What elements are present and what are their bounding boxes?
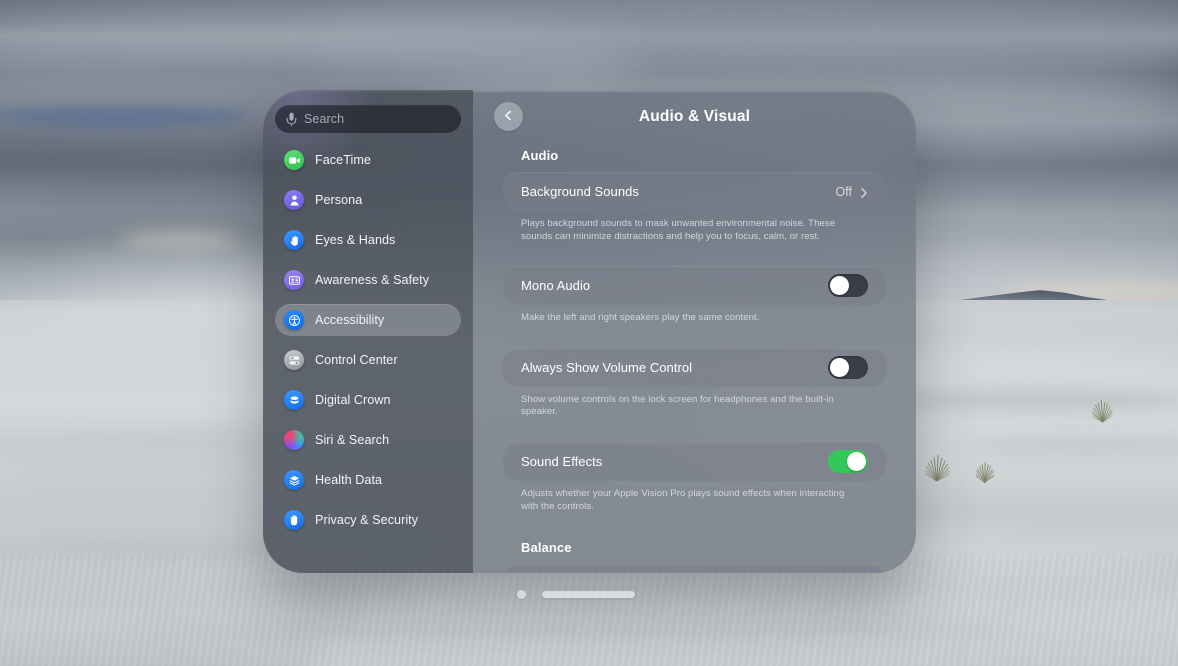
- sidebar-item-facetime[interactable]: FaceTime: [275, 144, 461, 176]
- sidebar-item-label: Awareness & Safety: [315, 273, 430, 287]
- window-close-dot[interactable]: [517, 589, 526, 599]
- persona-icon: [284, 190, 304, 210]
- chevron-right-icon: [860, 186, 868, 198]
- toggle-knob: [830, 276, 849, 296]
- grass-tuft: [1090, 400, 1116, 423]
- row-label: Mono Audio: [521, 278, 591, 294]
- detail-header: Audio & Visual: [494, 90, 886, 144]
- grass-tuft: [972, 461, 998, 483]
- search-placeholder: Search: [304, 112, 345, 126]
- row-value: Off: [835, 184, 852, 199]
- sidebar-item-eyes-and-hands[interactable]: Eyes & Hands: [275, 224, 461, 256]
- facetime-icon: [284, 150, 304, 170]
- sidebar-item-label: Digital Crown: [315, 393, 391, 407]
- section-heading-balance: Balance: [521, 540, 572, 556]
- sidebar-item-label: Persona: [315, 193, 363, 207]
- back-button[interactable]: [494, 102, 523, 131]
- sidebar-item-health-data[interactable]: Health Data: [275, 464, 461, 496]
- row-background-sounds[interactable]: Background Sounds Off: [503, 172, 886, 211]
- dune-shadow: [880, 392, 1178, 408]
- sidebar-item-awareness-and-safety[interactable]: Awareness & Safety: [275, 264, 461, 296]
- chevron-left-icon: [503, 108, 514, 126]
- blue-sky-gap: [0, 108, 250, 126]
- row-description: Adjusts whether your Apple Vision Pro pl…: [521, 487, 845, 512]
- settings-window: Search FaceTime Persona Eyes & Hands Awa…: [263, 90, 916, 573]
- accessibility-icon: [284, 310, 304, 330]
- toggle-sound-effects[interactable]: [828, 449, 868, 473]
- settings-detail-pane: Audio & Visual Audio Background Sounds O…: [473, 90, 916, 573]
- health-data-icon: [284, 470, 304, 490]
- row-sound-effects[interactable]: Sound Effects: [503, 441, 886, 481]
- sidebar-item-privacy-and-security[interactable]: Privacy & Security: [275, 504, 461, 536]
- row-balance-slider[interactable]: [503, 564, 886, 573]
- row-label: Always Show Volume Control: [521, 359, 693, 375]
- eyes-and-hands-icon: [284, 230, 304, 250]
- search-input[interactable]: Search: [275, 105, 461, 133]
- toggle-mono-audio[interactable]: [828, 274, 868, 298]
- sidebar-item-label: Control Center: [315, 353, 398, 367]
- sidebar-item-accessibility[interactable]: Accessibility: [275, 304, 461, 336]
- sidebar-item-control-center[interactable]: Control Center: [275, 344, 461, 376]
- sidebar-item-label: Health Data: [315, 473, 383, 487]
- toggle-knob: [830, 357, 849, 377]
- page-title: Audio & Visual: [638, 108, 751, 125]
- siri-icon: [284, 430, 304, 450]
- sidebar-item-digital-crown[interactable]: Digital Crown: [275, 384, 461, 416]
- row-description: Make the left and right speakers play th…: [521, 312, 760, 324]
- warm-cloud-highlight: [120, 232, 240, 248]
- microphone-icon: [286, 112, 297, 127]
- settings-sidebar: Search FaceTime Persona Eyes & Hands Awa…: [263, 90, 473, 573]
- privacy-security-icon: [284, 510, 304, 530]
- sidebar-nav-list: FaceTime Persona Eyes & Hands Awareness …: [275, 144, 461, 536]
- row-trailing: Off: [836, 185, 868, 199]
- sidebar-item-label: Siri & Search: [315, 433, 390, 447]
- awareness-safety-icon: [284, 270, 304, 290]
- section-heading-audio: Audio: [521, 148, 559, 163]
- row-description: Plays background sounds to mask unwanted…: [521, 218, 836, 242]
- row-description: Show volume controls on the lock screen …: [521, 393, 834, 418]
- window-resize-bar[interactable]: [542, 590, 635, 598]
- sidebar-item-label: Privacy & Security: [315, 513, 419, 527]
- row-label: Background Sounds: [521, 184, 639, 199]
- control-center-icon: [284, 350, 304, 370]
- sidebar-item-label: Eyes & Hands: [315, 233, 396, 247]
- grass-tuft: [920, 454, 954, 482]
- window-chrome: [263, 585, 916, 603]
- sidebar-item-label: FaceTime: [315, 153, 371, 167]
- row-mono-audio[interactable]: Mono Audio: [503, 266, 886, 306]
- toggle-always-show-volume-control[interactable]: [828, 355, 868, 379]
- digital-crown-icon: [284, 390, 304, 410]
- sidebar-item-persona[interactable]: Persona: [275, 184, 461, 216]
- sidebar-item-siri-and-search[interactable]: Siri & Search: [275, 424, 461, 456]
- row-label: Sound Effects: [521, 453, 603, 469]
- toggle-knob: [847, 451, 866, 471]
- row-always-show-volume-control[interactable]: Always Show Volume Control: [503, 347, 886, 387]
- sidebar-item-label: Accessibility: [315, 313, 385, 327]
